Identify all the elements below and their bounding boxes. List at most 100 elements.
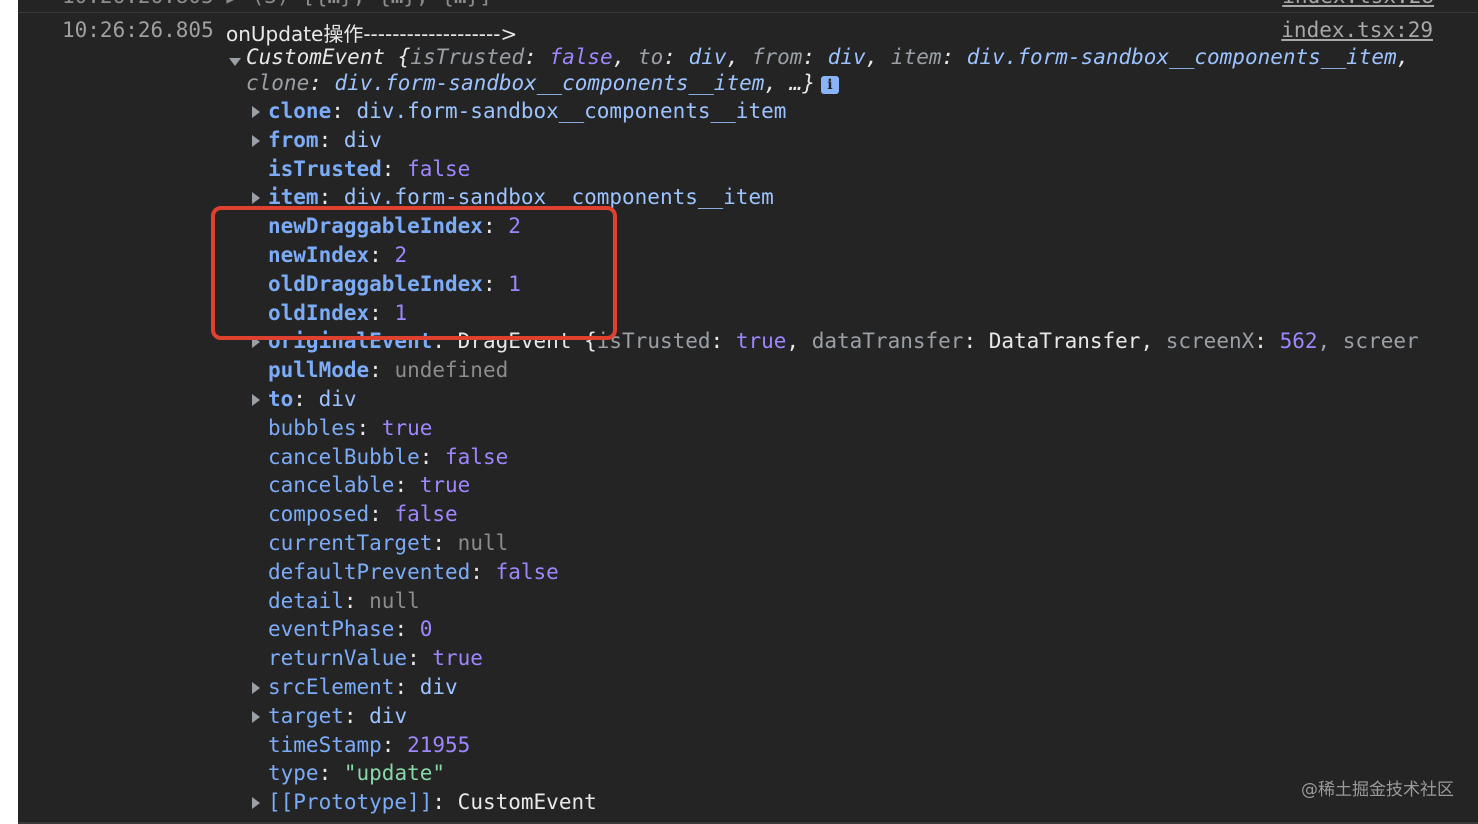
property-row-clone[interactable]: clone: div.form-sandbox__components__ite… [250, 97, 1460, 126]
expand-caret-icon[interactable] [229, 58, 241, 66]
property-key: [[Prototype]] [268, 790, 433, 815]
property-colon: : [318, 761, 344, 786]
property-row-composed: composed: false [250, 500, 1460, 529]
property-colon: : [331, 99, 357, 123]
property-colon: : [394, 617, 420, 642]
value-token: : [963, 329, 989, 354]
property-row-newdraggableindex: newDraggableIndex: 2 [250, 212, 1460, 241]
log-timestamp: 10:26:26.805 [62, 18, 214, 42]
expand-triangle-icon[interactable] [252, 393, 260, 406]
property-colon: : [419, 444, 446, 469]
summary-token: : [941, 45, 967, 69]
property-value: null [457, 530, 509, 555]
summary-token: , [1396, 45, 1410, 69]
property-key: eventPhase [268, 617, 395, 642]
property-colon: : [432, 329, 458, 354]
property-row-defaultprevented: defaultPrevented: false [250, 558, 1460, 587]
property-colon: : [482, 214, 509, 239]
summary-token: , [865, 45, 891, 69]
property-row-prototype[interactable]: [[Prototype]]: CustomEvent [250, 788, 1460, 817]
property-row-originalevent[interactable]: originalEvent: DragEvent {isTrusted: tru… [250, 327, 1460, 356]
property-key: detail [268, 588, 344, 613]
expand-triangle-icon[interactable] [252, 710, 260, 723]
value-token: : [710, 329, 736, 354]
value-token: true [735, 329, 787, 354]
property-colon: : [318, 127, 344, 152]
property-key: type [268, 761, 319, 786]
property-value: DragEvent {isTrusted: true, dataTransfer… [458, 329, 1419, 353]
expand-triangle-icon[interactable] [252, 797, 260, 810]
property-value: true [432, 646, 483, 671]
property-row-srcelement[interactable]: srcElement: div [250, 673, 1460, 702]
property-key: target [268, 703, 344, 728]
value-token: : [1254, 329, 1280, 354]
property-value: div [343, 127, 382, 152]
property-key: cancelable [268, 473, 395, 498]
property-colon: : [369, 502, 395, 527]
property-row-target[interactable]: target: div [250, 702, 1460, 731]
property-row-istrusted: isTrusted: false [250, 155, 1460, 184]
property-colon: : [432, 530, 458, 555]
property-colon: : [470, 559, 496, 584]
expand-triangle-icon[interactable] [252, 106, 260, 118]
property-value: false [445, 444, 509, 469]
devtools-console: 10:26:26.805 ▶ (3) [{…}, {…}, {…}] index… [18, 0, 1478, 824]
property-colon: : [318, 185, 344, 210]
property-key: originalEvent [268, 329, 433, 354]
property-row-pullmode: pullMode: undefined [250, 356, 1460, 385]
expand-triangle-icon[interactable] [252, 134, 260, 147]
value-token: DataTransfer [988, 329, 1141, 354]
summary-line-1: CustomEvent {isTrusted: false, to: div, … [226, 44, 1456, 70]
property-key: oldDraggableIndex [268, 271, 483, 296]
property-row-currenttarget: currentTarget: null [250, 529, 1460, 558]
property-list: clone: div.form-sandbox__components__ite… [250, 97, 1460, 817]
property-value: null [369, 588, 420, 613]
property-key: srcElement [268, 674, 395, 699]
summary-token: isTrusted [410, 45, 525, 69]
object-summary[interactable]: CustomEvent {isTrusted: false, to: div , … [226, 44, 1456, 96]
property-colon: : [369, 242, 395, 267]
property-value: true [419, 473, 471, 498]
property-key: returnValue [268, 646, 408, 671]
property-row-oldindex: oldIndex: 1 [250, 299, 1460, 328]
property-colon: : [343, 703, 370, 728]
value-token: dataTransfer [811, 329, 964, 354]
property-value: div [318, 386, 357, 411]
property-row-bubbles: bubbles: true [250, 414, 1460, 443]
summary-token: false [549, 45, 613, 69]
property-row-to[interactable]: to: div [250, 385, 1460, 414]
property-key: from [268, 127, 319, 152]
property-row-eventphase: eventPhase: 0 [250, 615, 1460, 644]
expand-triangle-icon[interactable] [252, 681, 260, 694]
property-value: div [369, 703, 408, 728]
property-key: pullMode [268, 358, 370, 383]
property-colon: : [381, 732, 408, 757]
source-link[interactable]: index.tsx:29 [1281, 18, 1433, 42]
summary-token: : [663, 45, 689, 69]
property-key: item [268, 185, 319, 210]
property-row-type: type: "update" [250, 759, 1460, 788]
property-value: div.form-sandbox__components__item [343, 185, 774, 210]
expand-triangle-icon[interactable] [252, 192, 260, 205]
property-row-from[interactable]: from: div [250, 126, 1460, 155]
property-row-detail: detail: null [250, 587, 1460, 616]
value-token: 562 [1279, 329, 1318, 354]
property-colon: : [407, 646, 433, 671]
property-key: bubbles [268, 415, 357, 440]
property-key: currentTarget [268, 530, 433, 555]
property-value: "update" [343, 761, 446, 786]
summary-token: item [890, 45, 942, 69]
previous-source-link[interactable]: index.tsx:28 [1282, 0, 1434, 8]
property-colon: : [394, 674, 420, 699]
property-colon: : [293, 386, 319, 411]
previous-log-line: 10:26:26.805 ▶ (3) [{…}, {…}, {…}] [62, 0, 492, 10]
value-token: , [786, 329, 812, 354]
property-value: false [495, 559, 559, 584]
info-icon[interactable]: i [820, 76, 839, 94]
summary-token: div [688, 45, 727, 69]
summary-token: clone [246, 71, 310, 95]
expand-triangle-icon[interactable] [252, 336, 260, 349]
property-value: 2 [508, 214, 521, 239]
property-row-olddraggableindex: oldDraggableIndex: 1 [250, 270, 1460, 299]
property-row-item[interactable]: item: div.form-sandbox__components__item [250, 183, 1460, 212]
